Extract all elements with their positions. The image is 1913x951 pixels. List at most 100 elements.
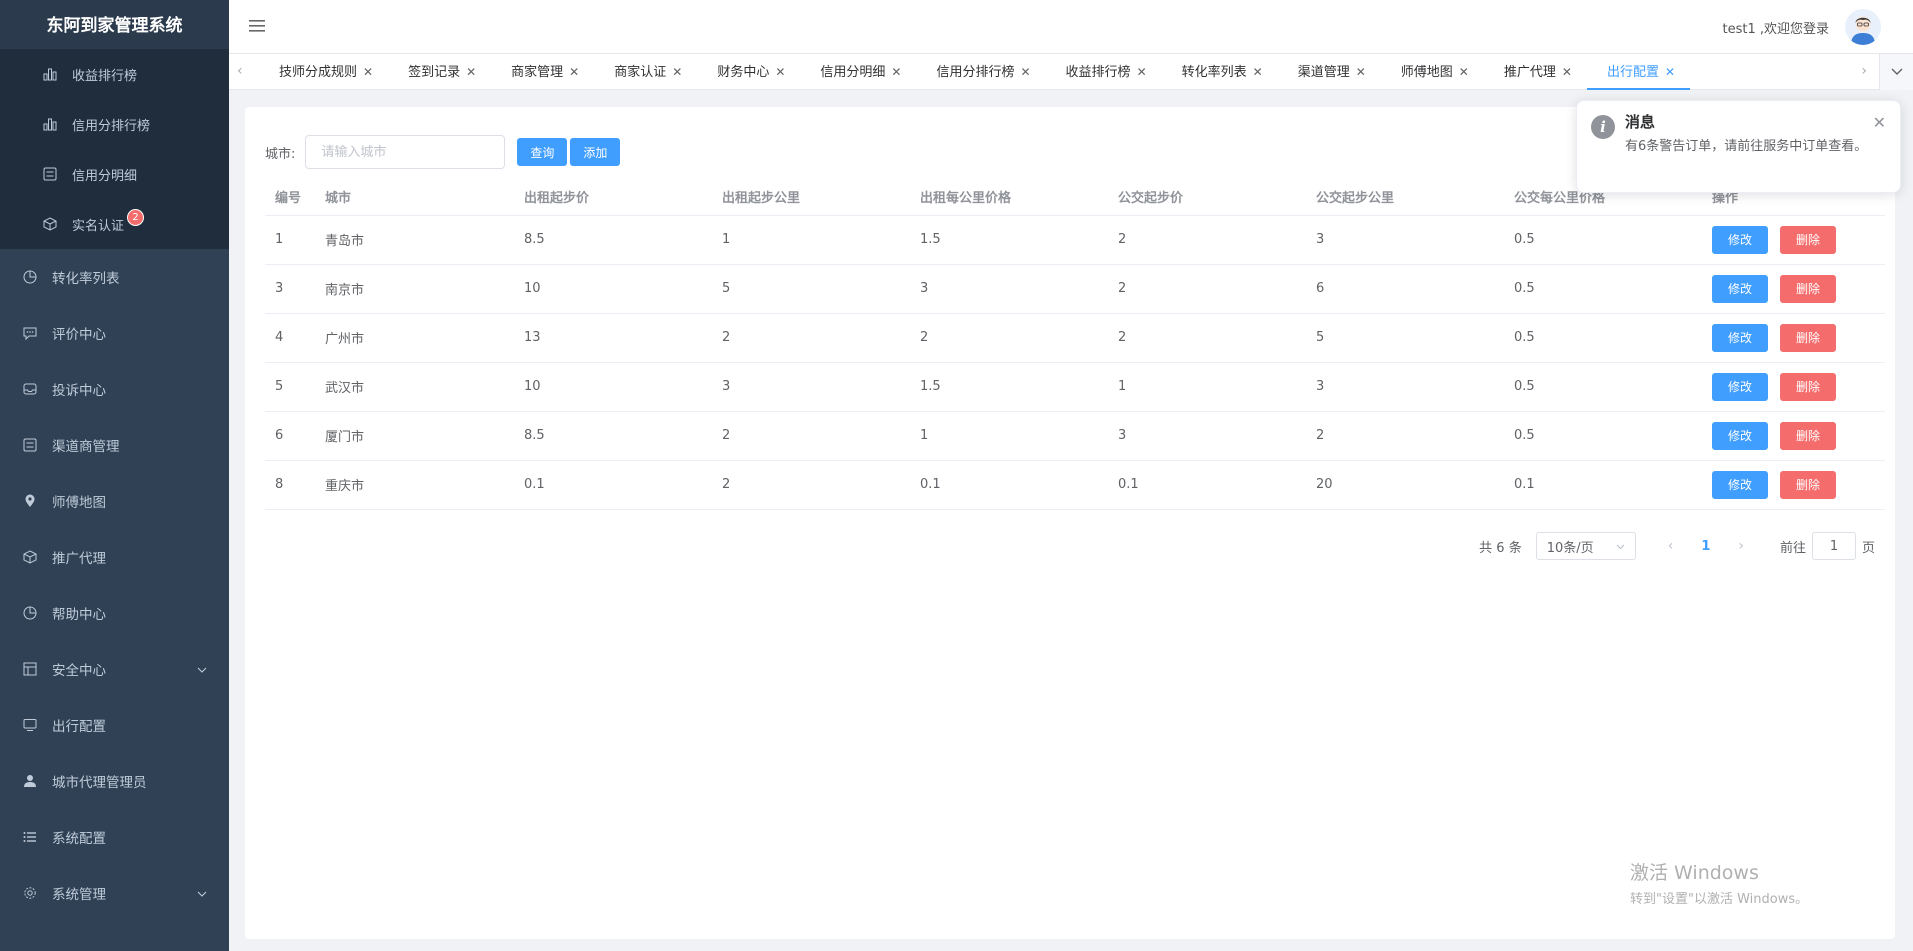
- close-icon[interactable]: ✕: [1137, 65, 1147, 79]
- close-icon[interactable]: ✕: [569, 65, 579, 79]
- sidebar-item-label: 系统配置: [52, 831, 106, 847]
- actions-cell: 修改 删除: [1702, 460, 1885, 510]
- delete-button[interactable]: 删除: [1780, 470, 1837, 499]
- tab[interactable]: 师傅地图 ✕: [1381, 54, 1484, 90]
- table-cell: 0.5: [1504, 313, 1702, 363]
- edit-button[interactable]: 修改: [1712, 274, 1769, 303]
- sidebar-item[interactable]: 帮助中心: [0, 585, 229, 641]
- delete-button[interactable]: 删除: [1780, 225, 1837, 254]
- tab[interactable]: 商家管理 ✕: [491, 54, 594, 90]
- close-icon[interactable]: ✕: [1253, 65, 1263, 79]
- table-cell: 2: [1306, 411, 1504, 461]
- tab[interactable]: 商家认证 ✕: [594, 54, 697, 90]
- sidebar-item[interactable]: 转化率列表: [0, 249, 229, 305]
- sidebar-item-label: 出行配置: [52, 719, 106, 735]
- tab[interactable]: 渠道管理 ✕: [1278, 54, 1381, 90]
- prev-page-icon[interactable]: ‹: [1668, 538, 1674, 554]
- close-icon[interactable]: ✕: [672, 65, 682, 79]
- tab-label: 签到记录: [408, 65, 461, 80]
- close-icon[interactable]: ✕: [1562, 65, 1572, 79]
- goto-suffix: 页: [1861, 540, 1875, 556]
- edit-button[interactable]: 修改: [1712, 323, 1769, 352]
- delete-button[interactable]: 删除: [1780, 274, 1837, 303]
- edit-button[interactable]: 修改: [1712, 470, 1769, 499]
- close-icon[interactable]: ✕: [1356, 65, 1366, 79]
- tab[interactable]: 转化率列表 ✕: [1162, 54, 1278, 90]
- actions-cell: 修改 删除: [1702, 215, 1885, 265]
- table-row: 1 青岛市 8.5 1 1.5 2 3 0.5 修改 删除: [265, 215, 1885, 265]
- page-number[interactable]: 1: [1701, 539, 1710, 554]
- tab[interactable]: 财务中心 ✕: [697, 54, 800, 90]
- tab-label: 转化率列表: [1181, 65, 1247, 80]
- table-cell: 8.5: [514, 411, 712, 461]
- windows-watermark: 激活 Windows 转到"设置"以激活 Windows。: [1630, 858, 1808, 907]
- query-button[interactable]: 查询: [517, 138, 568, 166]
- sidebar-sub-item[interactable]: 信用分明细: [0, 149, 229, 199]
- table-cell: 2: [712, 313, 910, 363]
- tab-scroll-left-icon[interactable]: ‹: [237, 63, 243, 79]
- page-size-select[interactable]: 10条/页: [1535, 532, 1636, 560]
- gear-icon: [22, 885, 38, 901]
- sidebar-sub-item[interactable]: 信用分排行榜: [0, 99, 229, 149]
- sidebar-item[interactable]: 渠道商管理: [0, 417, 229, 473]
- close-icon[interactable]: ✕: [891, 65, 901, 79]
- edit-button[interactable]: 修改: [1712, 372, 1769, 401]
- sidebar-item-label: 评价中心: [52, 327, 106, 343]
- tab[interactable]: 签到记录 ✕: [388, 54, 491, 90]
- edit-button[interactable]: 修改: [1712, 421, 1769, 450]
- table-cell: 4: [265, 313, 315, 363]
- tab-dropdown-icon[interactable]: [1879, 54, 1913, 90]
- sidebar-sub-item[interactable]: 收益排行榜: [0, 49, 229, 99]
- sidebar-item-label: 推广代理: [52, 551, 106, 567]
- close-icon[interactable]: ✕: [1873, 113, 1886, 132]
- table-cell: 1: [712, 215, 910, 265]
- add-button[interactable]: 添加: [570, 138, 621, 166]
- pie-chart-icon: [22, 605, 38, 621]
- tab[interactable]: 信用分排行榜 ✕: [916, 54, 1045, 90]
- table-cell: 厦门市: [315, 411, 514, 461]
- delete-button[interactable]: 删除: [1780, 421, 1837, 450]
- sidebar-item-label: 转化率列表: [52, 271, 120, 287]
- city-search-input[interactable]: [305, 135, 506, 169]
- tabs-list: 技师分成规则 ✕ 签到记录 ✕ 商家管理 ✕ 商家认证 ✕ 财务中心 ✕ 信用分明细 ✕ 信用分排行榜 ✕…: [259, 54, 1691, 90]
- tab[interactable]: 出行配置 ✕: [1586, 54, 1691, 90]
- hamburger-icon[interactable]: [249, 17, 265, 38]
- goto-prefix: 前往: [1779, 540, 1806, 556]
- tab[interactable]: 推广代理 ✕: [1484, 54, 1587, 90]
- table-cell: 重庆市: [315, 460, 514, 510]
- sidebar-item[interactable]: 安全中心: [0, 641, 229, 697]
- sidebar-item[interactable]: 师傅地图: [0, 473, 229, 529]
- chevron-down-icon: [197, 885, 207, 901]
- sidebar-item[interactable]: 投诉中心: [0, 361, 229, 417]
- table-cell: 5: [712, 264, 910, 314]
- sidebar-item[interactable]: 城市代理管理员: [0, 753, 229, 809]
- goto-page-input[interactable]: [1811, 532, 1856, 560]
- table-row: 5 武汉市 10 3 1.5 1 3 0.5 修改 删除: [265, 362, 1885, 412]
- sidebar-item[interactable]: 系统管理: [0, 865, 229, 921]
- sidebar-item[interactable]: 出行配置: [0, 697, 229, 753]
- next-page-icon[interactable]: ›: [1738, 538, 1744, 554]
- sidebar-item[interactable]: 评价中心: [0, 305, 229, 361]
- sidebar-item[interactable]: 推广代理: [0, 529, 229, 585]
- tab-scroll-right-icon[interactable]: ›: [1861, 63, 1867, 79]
- delete-button[interactable]: 删除: [1780, 372, 1837, 401]
- table-cell: 3: [265, 264, 315, 314]
- table-cell: 1: [910, 411, 1108, 461]
- tab[interactable]: 收益排行榜 ✕: [1046, 54, 1162, 90]
- close-icon[interactable]: ✕: [1459, 65, 1469, 79]
- delete-button[interactable]: 删除: [1780, 323, 1837, 352]
- edit-button[interactable]: 修改: [1712, 225, 1769, 254]
- tab[interactable]: 信用分明细 ✕: [800, 54, 916, 90]
- close-icon[interactable]: ✕: [775, 65, 785, 79]
- close-icon[interactable]: ✕: [363, 65, 373, 79]
- close-icon[interactable]: ✕: [466, 65, 476, 79]
- table-cell: 5: [1306, 313, 1504, 363]
- close-icon[interactable]: ✕: [1020, 65, 1030, 79]
- tab[interactable]: 技师分成规则 ✕: [259, 54, 388, 90]
- sidebar: 东阿到家管理系统 收益排行榜 信用分排行榜 信用分明细 实名认证 2 转化率列表 评价中心…: [0, 0, 229, 951]
- close-icon[interactable]: ✕: [1665, 65, 1675, 79]
- sidebar-sub-item[interactable]: 实名认证 2: [0, 199, 229, 249]
- tab-label: 推广代理: [1503, 65, 1556, 80]
- avatar[interactable]: [1845, 9, 1881, 45]
- sidebar-item[interactable]: 系统配置: [0, 809, 229, 865]
